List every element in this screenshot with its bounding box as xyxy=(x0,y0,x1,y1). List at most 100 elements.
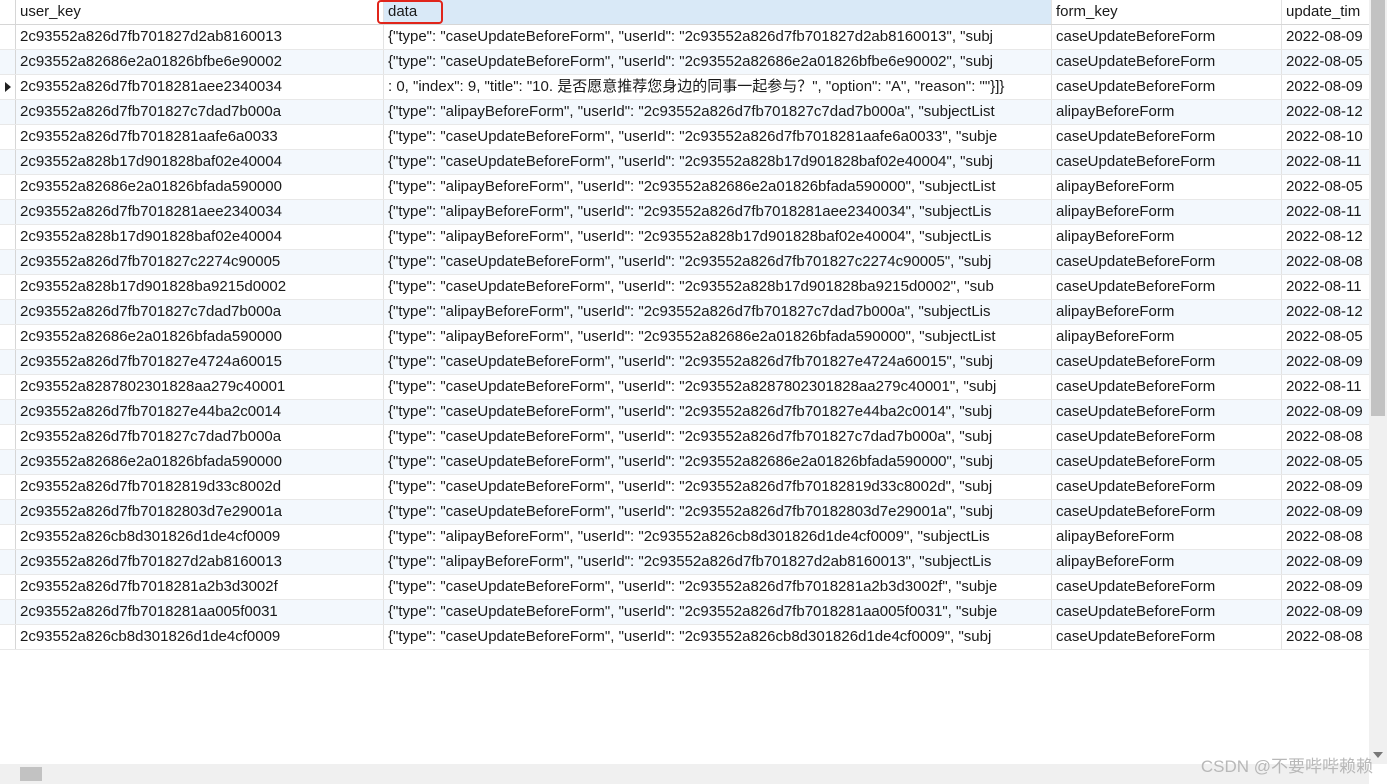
table-row[interactable]: 2c93552a82686e2a01826bfada590000 {"type":… xyxy=(0,175,1369,200)
cell-data[interactable]: {"type": "alipayBeforeForm", "userId": "… xyxy=(384,525,1052,549)
table-row[interactable]: 2c93552a826d7fb701827d2ab8160013 {"type":… xyxy=(0,25,1369,50)
table-row[interactable]: 2c93552a826d7fb7018281aee2340034: 0, "in… xyxy=(0,75,1369,100)
table-row[interactable]: 2c93552a826d7fb701827e4724a60015 {"type":… xyxy=(0,350,1369,375)
cell-form-key[interactable]: alipayBeforeForm xyxy=(1052,300,1282,324)
table-row[interactable]: 2c93552a826d7fb7018281a2b3d3002f {"type":… xyxy=(0,575,1369,600)
table-row[interactable]: 2c93552a826d7fb7018281aee2340034 {"type":… xyxy=(0,200,1369,225)
column-header-update-time[interactable]: update_tim xyxy=(1282,0,1369,24)
cell-form-key[interactable]: alipayBeforeForm xyxy=(1052,325,1282,349)
cell-data[interactable]: {"type": "caseUpdateBeforeForm", "userId… xyxy=(384,500,1052,524)
cell-user-key[interactable]: 2c93552a828b17d901828ba9215d0002 xyxy=(16,275,384,299)
table-row[interactable]: 2c93552a826d7fb70182819d33c8002d {"type":… xyxy=(0,475,1369,500)
cell-user-key[interactable]: 2c93552a826d7fb7018281a2b3d3002f xyxy=(16,575,384,599)
cell-form-key[interactable]: caseUpdateBeforeForm xyxy=(1052,350,1282,374)
cell-form-key[interactable]: alipayBeforeForm xyxy=(1052,100,1282,124)
vertical-scrollbar[interactable] xyxy=(1369,0,1387,764)
cell-form-key[interactable]: caseUpdateBeforeForm xyxy=(1052,50,1282,74)
cell-user-key[interactable]: 2c93552a826d7fb701827d2ab8160013 xyxy=(16,550,384,574)
cell-update-time[interactable]: 2022-08-11 xyxy=(1282,375,1369,399)
row-gutter[interactable] xyxy=(0,125,16,149)
cell-data[interactable]: {"type": "caseUpdateBeforeForm", "userId… xyxy=(384,400,1052,424)
table-row[interactable]: 2c93552a826cb8d301826d1de4cf0009 {"type":… xyxy=(0,525,1369,550)
row-gutter[interactable] xyxy=(0,100,16,124)
row-gutter[interactable] xyxy=(0,50,16,74)
row-gutter[interactable] xyxy=(0,75,16,99)
cell-form-key[interactable]: alipayBeforeForm xyxy=(1052,175,1282,199)
cell-update-time[interactable]: 2022-08-09 xyxy=(1282,350,1369,374)
cell-user-key[interactable]: 2c93552a826d7fb7018281aa005f0031 xyxy=(16,600,384,624)
cell-data[interactable]: {"type": "caseUpdateBeforeForm", "userId… xyxy=(384,425,1052,449)
cell-form-key[interactable]: caseUpdateBeforeForm xyxy=(1052,25,1282,49)
cell-data[interactable]: {"type": "caseUpdateBeforeForm", "userId… xyxy=(384,450,1052,474)
cell-data[interactable]: {"type": "alipayBeforeForm", "userId": "… xyxy=(384,100,1052,124)
cell-update-time[interactable]: 2022-08-09 xyxy=(1282,25,1369,49)
cell-form-key[interactable]: alipayBeforeForm xyxy=(1052,225,1282,249)
cell-form-key[interactable]: alipayBeforeForm xyxy=(1052,525,1282,549)
cell-user-key[interactable]: 2c93552a826d7fb701827d2ab8160013 xyxy=(16,25,384,49)
cell-user-key[interactable]: 2c93552a826d7fb701827c7dad7b000a xyxy=(16,100,384,124)
table-row[interactable]: 2c93552a82686e2a01826bfbe6e90002 {"type":… xyxy=(0,50,1369,75)
cell-update-time[interactable]: 2022-08-09 xyxy=(1282,475,1369,499)
cell-data[interactable]: {"type": "alipayBeforeForm", "userId": "… xyxy=(384,175,1052,199)
row-gutter[interactable] xyxy=(0,325,16,349)
row-gutter[interactable] xyxy=(0,275,16,299)
table-row[interactable]: 2c93552a82686e2a01826bfada590000 {"type":… xyxy=(0,450,1369,475)
row-gutter[interactable] xyxy=(0,550,16,574)
column-header-data[interactable]: data xyxy=(384,0,1052,24)
cell-form-key[interactable]: caseUpdateBeforeForm xyxy=(1052,450,1282,474)
cell-user-key[interactable]: 2c93552a826cb8d301826d1de4cf0009 xyxy=(16,525,384,549)
row-gutter[interactable] xyxy=(0,600,16,624)
row-gutter[interactable] xyxy=(0,575,16,599)
cell-form-key[interactable]: caseUpdateBeforeForm xyxy=(1052,625,1282,649)
row-gutter[interactable] xyxy=(0,250,16,274)
row-gutter[interactable] xyxy=(0,625,16,649)
column-header-user-key[interactable]: user_key xyxy=(16,0,384,24)
cell-data[interactable]: {"type": "caseUpdateBeforeForm", "userId… xyxy=(384,350,1052,374)
cell-user-key[interactable]: 2c93552a826d7fb701827e4724a60015 xyxy=(16,350,384,374)
cell-form-key[interactable]: caseUpdateBeforeForm xyxy=(1052,425,1282,449)
cell-form-key[interactable]: alipayBeforeForm xyxy=(1052,200,1282,224)
cell-data[interactable]: {"type": "caseUpdateBeforeForm", "userId… xyxy=(384,50,1052,74)
row-gutter[interactable] xyxy=(0,300,16,324)
cell-user-key[interactable]: 2c93552a826d7fb70182803d7e29001a xyxy=(16,500,384,524)
cell-update-time[interactable]: 2022-08-05 xyxy=(1282,325,1369,349)
cell-form-key[interactable]: caseUpdateBeforeForm xyxy=(1052,250,1282,274)
cell-update-time[interactable]: 2022-08-09 xyxy=(1282,575,1369,599)
cell-user-key[interactable]: 2c93552a826d7fb7018281aee2340034 xyxy=(16,75,384,99)
cell-user-key[interactable]: 2c93552a82686e2a01826bfbe6e90002 xyxy=(16,50,384,74)
cell-update-time[interactable]: 2022-08-09 xyxy=(1282,550,1369,574)
table-row[interactable]: 2c93552a828b17d901828ba9215d0002 {"type":… xyxy=(0,275,1369,300)
cell-update-time[interactable]: 2022-08-12 xyxy=(1282,300,1369,324)
cell-form-key[interactable]: caseUpdateBeforeForm xyxy=(1052,375,1282,399)
table-row[interactable]: 2c93552a826d7fb701827e44ba2c0014 {"type":… xyxy=(0,400,1369,425)
cell-update-time[interactable]: 2022-08-12 xyxy=(1282,100,1369,124)
cell-update-time[interactable]: 2022-08-05 xyxy=(1282,450,1369,474)
cell-update-time[interactable]: 2022-08-09 xyxy=(1282,600,1369,624)
row-gutter[interactable] xyxy=(0,175,16,199)
horizontal-scrollbar[interactable] xyxy=(0,764,1369,784)
cell-update-time[interactable]: 2022-08-10 xyxy=(1282,125,1369,149)
table-row[interactable]: 2c93552a826d7fb701827d2ab8160013 {"type":… xyxy=(0,550,1369,575)
table-row[interactable]: 2c93552a828b17d901828baf02e40004 {"type":… xyxy=(0,225,1369,250)
row-gutter[interactable] xyxy=(0,475,16,499)
cell-data[interactable]: {"type": "caseUpdateBeforeForm", "userId… xyxy=(384,600,1052,624)
cell-form-key[interactable]: caseUpdateBeforeForm xyxy=(1052,575,1282,599)
row-gutter[interactable] xyxy=(0,150,16,174)
cell-data[interactable]: {"type": "caseUpdateBeforeForm", "userId… xyxy=(384,575,1052,599)
cell-data[interactable]: {"type": "alipayBeforeForm", "userId": "… xyxy=(384,325,1052,349)
table-row[interactable]: 2c93552a82686e2a01826bfada590000 {"type":… xyxy=(0,325,1369,350)
cell-user-key[interactable]: 2c93552a826cb8d301826d1de4cf0009 xyxy=(16,625,384,649)
cell-data[interactable]: {"type": "caseUpdateBeforeForm", "userId… xyxy=(384,375,1052,399)
cell-update-time[interactable]: 2022-08-09 xyxy=(1282,75,1369,99)
row-gutter[interactable] xyxy=(0,450,16,474)
cell-user-key[interactable]: 2c93552a828b17d901828baf02e40004 xyxy=(16,150,384,174)
cell-data[interactable]: {"type": "alipayBeforeForm", "userId": "… xyxy=(384,300,1052,324)
cell-update-time[interactable]: 2022-08-11 xyxy=(1282,150,1369,174)
cell-data[interactable]: : 0, "index": 9, "title": "10. 是否愿意推荐您身边… xyxy=(384,75,1052,99)
cell-update-time[interactable]: 2022-08-11 xyxy=(1282,200,1369,224)
table-row[interactable]: 2c93552a826d7fb701827c7dad7b000a {"type":… xyxy=(0,100,1369,125)
cell-update-time[interactable]: 2022-08-09 xyxy=(1282,400,1369,424)
cell-form-key[interactable]: caseUpdateBeforeForm xyxy=(1052,600,1282,624)
row-gutter[interactable] xyxy=(0,225,16,249)
cell-update-time[interactable]: 2022-08-05 xyxy=(1282,50,1369,74)
